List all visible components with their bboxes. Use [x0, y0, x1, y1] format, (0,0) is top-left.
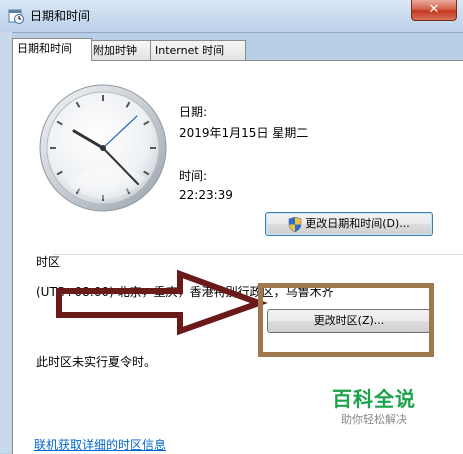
uac-shield-icon: [288, 216, 302, 232]
change-date-time-label: 更改日期和时间(D)...: [305, 217, 410, 230]
dst-note: 此时区未实行夏令时。: [36, 355, 157, 369]
separator: [53, 254, 463, 255]
date-label: 日期:: [179, 105, 208, 119]
close-icon: ✕: [428, 2, 440, 17]
annotation-highlight-box: [258, 283, 434, 357]
close-button[interactable]: ✕: [411, 0, 457, 21]
tab-internet-time[interactable]: Internet 时间: [150, 40, 246, 60]
change-date-time-button[interactable]: 更改日期和时间(D)...: [265, 212, 433, 236]
analog-clock: [39, 84, 167, 212]
window-frame-left: [0, 32, 12, 453]
watermark-main: 百科全说: [332, 387, 416, 411]
date-value: 2019年1月15日 星期二: [179, 126, 309, 140]
tab-date-time[interactable]: 日期和时间: [12, 38, 92, 61]
window-title: 日期和时间: [30, 9, 91, 23]
timezone-info-link[interactable]: 联机获取详细的时区信息: [34, 436, 166, 453]
title-bar: 日期和时间 ✕: [0, 0, 463, 33]
tab-additional-clocks[interactable]: 附加时钟: [88, 40, 158, 60]
time-label: 时间:: [179, 169, 208, 183]
watermark-sub: 助你轻松解决: [341, 413, 407, 426]
time-value: 22:23:39: [179, 188, 233, 202]
calendar-clock-icon: [8, 9, 24, 24]
watermark: 百科全说 助你轻松解决: [332, 383, 416, 427]
